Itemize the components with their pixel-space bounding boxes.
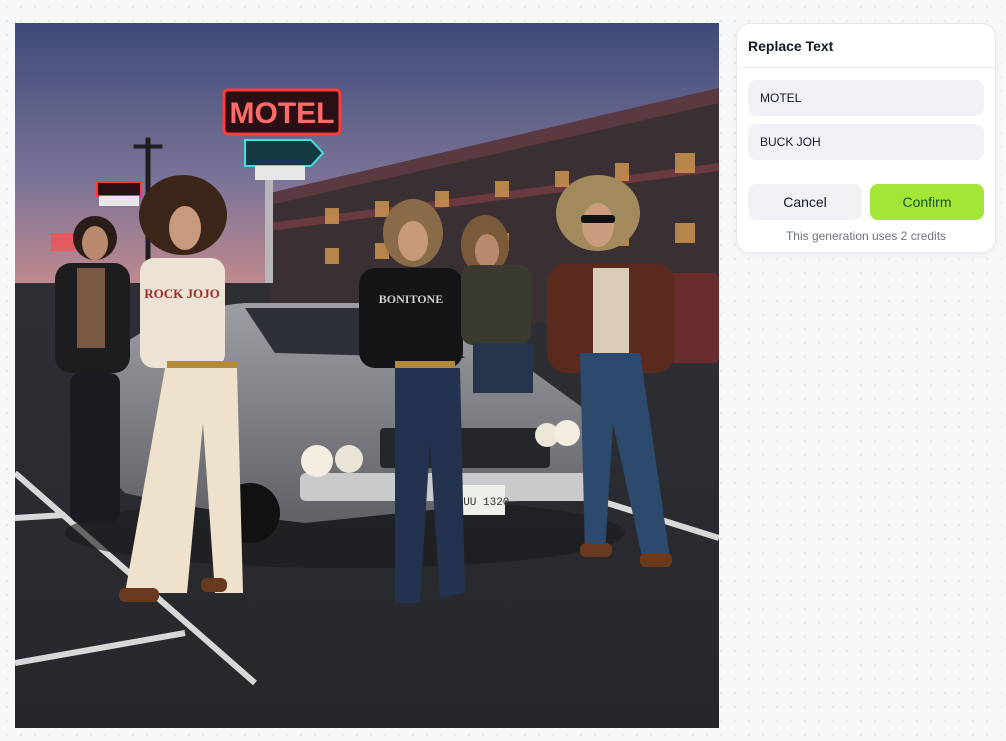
shirt-text-center: BONITONE (379, 292, 443, 306)
cancel-button[interactable]: Cancel (748, 184, 862, 220)
replace-text-panel: Replace Text Cancel Confirm This generat… (736, 23, 996, 253)
motel-sign-text: MOTEL (230, 97, 335, 130)
replacement-text-input[interactable] (748, 124, 984, 160)
original-text-input[interactable] (748, 80, 984, 116)
generated-image: MOTEL DUU 1320 ROCK JOJO BONITONE (15, 23, 719, 728)
credits-note: This generation uses 2 credits (785, 229, 947, 243)
panel-title: Replace Text (748, 38, 834, 54)
shirt-text-left: ROCK JOJO (144, 286, 219, 301)
confirm-button[interactable]: Confirm (870, 184, 984, 220)
panel-divider (737, 67, 995, 68)
license-plate-text: DUU 1320 (457, 497, 510, 509)
